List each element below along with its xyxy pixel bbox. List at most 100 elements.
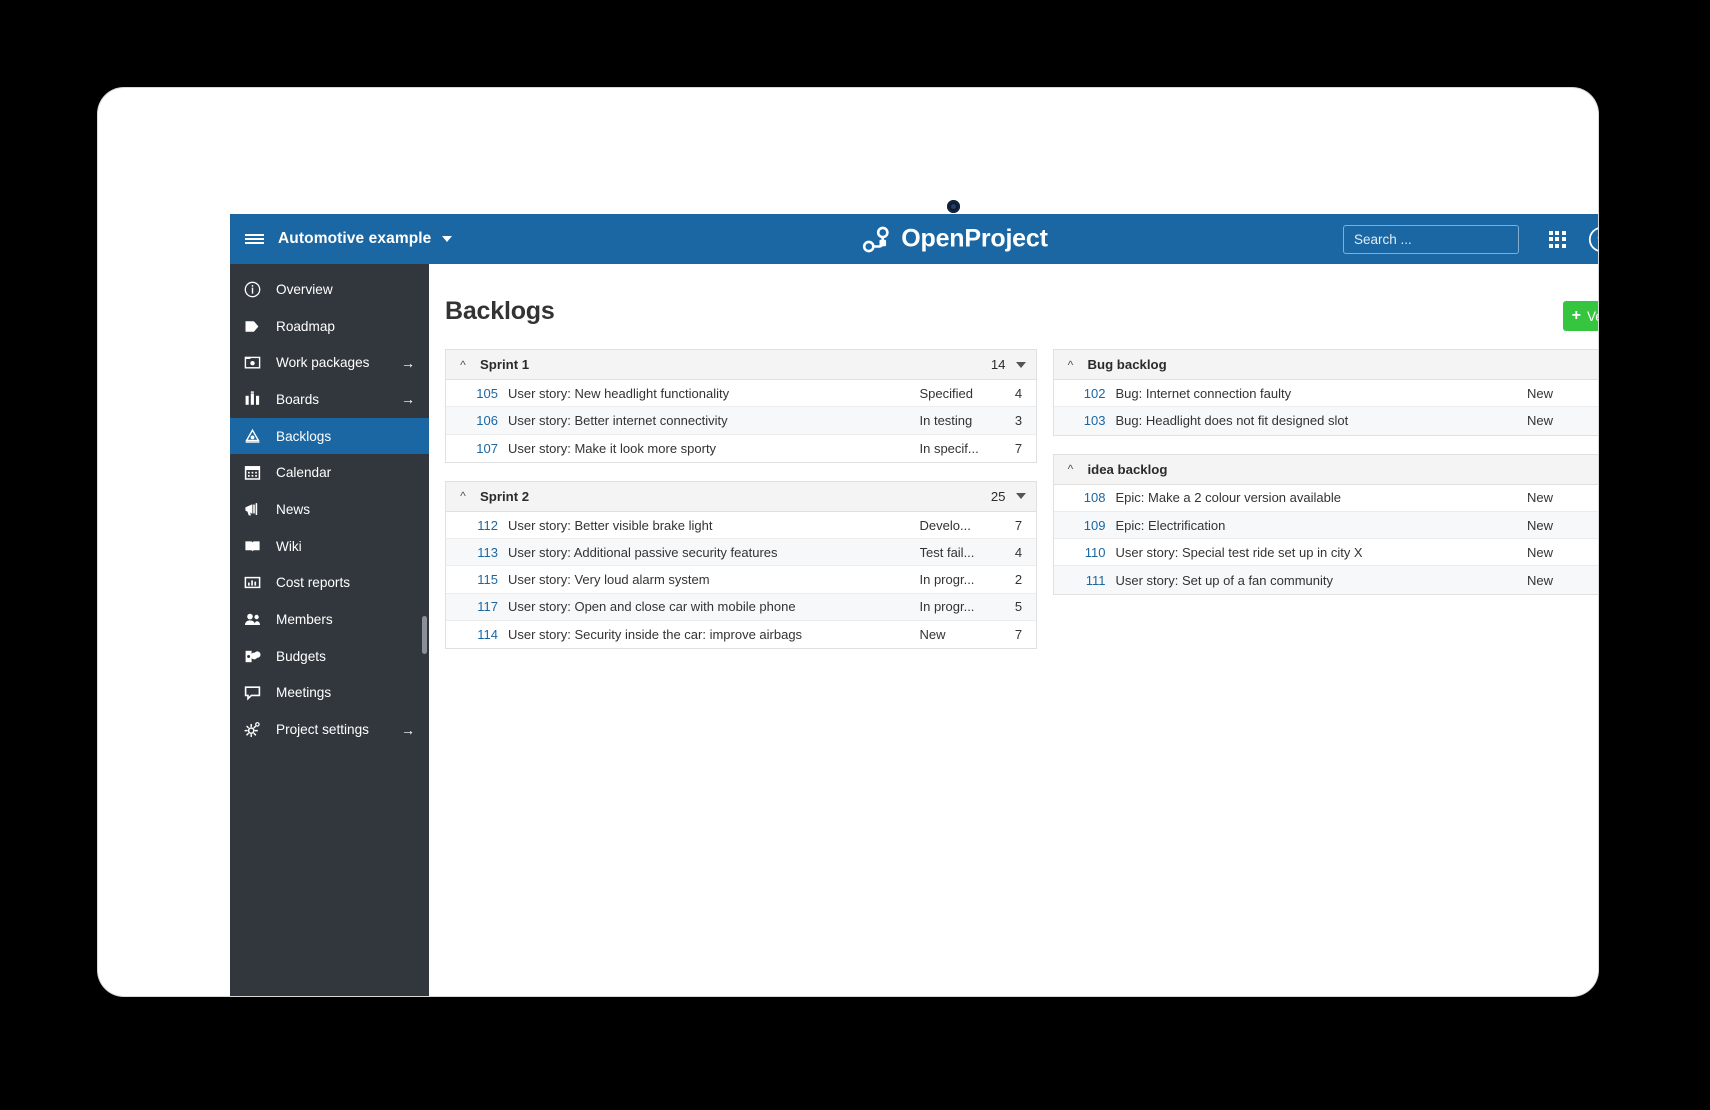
story-id-link[interactable]: 110 — [1054, 545, 1116, 560]
backlog-story-row[interactable]: 102 Bug: Internet connection faulty New — [1053, 380, 1598, 408]
backlog-story-row[interactable]: 107 User story: Make it look more sporty I… — [446, 435, 1036, 462]
sidebar-item-wiki[interactable]: Wiki — [230, 528, 429, 565]
sidebar-item-members[interactable]: Members — [230, 601, 429, 638]
backlog-story-row[interactable]: 117 User story: Open and close car with m… — [446, 593, 1036, 622]
hamburger-icon[interactable] — [230, 214, 278, 264]
story-id-link[interactable]: 103 — [1054, 413, 1116, 428]
story-id-link[interactable]: 109 — [1054, 518, 1116, 533]
story-subject: User story: Make it look more sporty — [508, 440, 717, 456]
sidebar-item-project-settings[interactable]: Project settings → — [230, 711, 429, 748]
sidebar-item-work-packages[interactable]: Work packages → — [230, 344, 429, 381]
sidebar-scrollbar[interactable] — [422, 616, 427, 654]
project-name: Automotive example — [278, 230, 432, 247]
sidebar-item-calendar[interactable]: Calendar — [230, 454, 429, 491]
sidebar-item-budgets[interactable]: Budgets — [230, 638, 429, 675]
sidebar-item-label: Roadmap — [276, 318, 335, 334]
openproject-mark-icon — [862, 226, 889, 252]
chevron-down-icon[interactable] — [1015, 361, 1026, 368]
chart-report-icon — [244, 574, 270, 591]
story-subject: Bug: Internet connection faulty — [1115, 385, 1292, 401]
grid-modules-icon[interactable] — [1535, 214, 1579, 264]
project-selector[interactable]: Automotive example — [278, 230, 464, 248]
top-bar-actions: ? RB — [1343, 214, 1598, 264]
story-status: New — [1527, 413, 1554, 429]
backlog-header[interactable]: ^idea backlog33 — [1053, 454, 1598, 485]
story-id-link[interactable]: 115 — [446, 572, 508, 587]
backlog-story-row[interactable]: 115 User story: Very loud alarm system In … — [446, 566, 1036, 594]
story-status: New — [1527, 544, 1554, 560]
sidebar-item-label: Work packages — [276, 355, 370, 371]
story-id-link[interactable]: 111 — [1054, 573, 1116, 588]
story-subject: User story: Open and close car with mobi… — [508, 599, 796, 615]
chevron-up-icon[interactable]: ^ — [454, 359, 472, 371]
story-id-link[interactable]: 102 — [1054, 386, 1116, 401]
chevron-down-icon[interactable] — [1015, 493, 1026, 500]
story-id-link[interactable]: 105 — [446, 386, 508, 401]
backlog-story-row[interactable]: 105 User story: New headlight functionali… — [446, 380, 1036, 408]
search-input[interactable] — [1354, 231, 1531, 247]
backlog-story-row[interactable]: 103 Bug: Headlight does not fit designed … — [1053, 407, 1598, 435]
sidebar-item-roadmap[interactable]: Roadmap — [230, 308, 429, 345]
content-header: Backlogs + Version — [429, 264, 1598, 331]
chevron-up-icon[interactable]: ^ — [1062, 359, 1080, 371]
backlog-story-row[interactable]: 113 User story: Additional passive securi… — [446, 539, 1036, 567]
backlog-header[interactable]: ^ Sprint 2 25 — [446, 481, 1036, 512]
story-points: 4 — [1014, 385, 1023, 401]
story-status: New — [1527, 385, 1554, 401]
backlog-points-total: 25 — [990, 488, 1006, 504]
arrow-right-icon[interactable]: → — [401, 392, 415, 406]
chevron-up-icon[interactable]: ^ — [454, 490, 472, 502]
sidebar-item-cost-reports[interactable]: Cost reports — [230, 565, 429, 602]
help-icon[interactable]: ? — [1579, 214, 1598, 264]
openproject-app-viewport: Automotive example OpenProject Search ..… — [230, 214, 1598, 996]
info-circle-icon — [244, 281, 270, 298]
global-search[interactable] — [1343, 224, 1531, 254]
backlog-story-row[interactable]: 114 User story: Security inside the car: … — [446, 621, 1036, 648]
backlog-story-row[interactable]: 108 Epic: Make a 2 colour version availab… — [1053, 485, 1598, 512]
story-id-link[interactable]: 114 — [446, 627, 508, 642]
story-id-link[interactable]: 117 — [446, 599, 508, 614]
boards-icon — [245, 391, 260, 405]
openproject-logo[interactable]: OpenProject — [860, 225, 1048, 254]
backlog-story-row[interactable]: 110 User story: Special test ride set up … — [1053, 539, 1598, 567]
story-points: 7 — [1014, 517, 1023, 533]
story-points: 3 — [1014, 412, 1023, 428]
calendar-icon — [244, 466, 261, 481]
story-id-link[interactable]: 107 — [446, 441, 508, 456]
sidebar-item-news[interactable]: News — [230, 491, 429, 528]
backlog-story-row[interactable]: 112 User story: Better visible brake ligh… — [446, 512, 1036, 540]
backlog-header[interactable]: ^ Sprint 1 14 — [446, 350, 1036, 380]
story-status: In progr... — [919, 572, 975, 588]
story-status: In specif... — [919, 440, 979, 456]
story-subject: User story: Better visible brake light — [508, 517, 713, 533]
story-id-link[interactable]: 106 — [446, 413, 508, 428]
sidebar-item-label: Members — [276, 612, 333, 628]
tablet-device-frame: Automotive example OpenProject Search ..… — [98, 88, 1598, 996]
backlogs-icon — [244, 428, 270, 445]
sidebar-item-label: Backlogs — [276, 428, 332, 444]
arrow-right-icon[interactable]: → — [401, 723, 415, 737]
backlog-story-row[interactable]: 109Epic: ElectrificationNew15 — [1053, 511, 1598, 540]
sidebar-item-overview[interactable]: Overview — [230, 271, 429, 308]
sidebar-item-label: Cost reports — [276, 575, 351, 591]
speech-bubble-icon — [244, 684, 270, 701]
story-id-link[interactable]: 112 — [446, 518, 508, 533]
backlog-panel: ^Bug backlog0102Bug: Internet connection… — [1052, 349, 1598, 436]
sidebar-item-meetings[interactable]: Meetings — [230, 675, 429, 712]
story-id-link[interactable]: 108 — [1054, 490, 1116, 505]
arrow-right-icon[interactable]: → — [401, 356, 415, 370]
plus-icon: + — [1571, 307, 1581, 324]
backlog-story-row[interactable]: 106 User story: Better internet connectiv… — [446, 407, 1036, 435]
add-version-button[interactable]: + Version — [1562, 301, 1598, 331]
story-status: In progr... — [919, 599, 975, 615]
sidebar-item-backlogs[interactable]: Backlogs — [230, 417, 429, 455]
story-id-link[interactable]: 113 — [446, 545, 508, 560]
backlog-story-row[interactable]: 111 User story: Set up of a fan community… — [1053, 566, 1598, 594]
backlog-header[interactable]: ^Bug backlog0 — [1053, 350, 1598, 380]
sidebar-item-boards[interactable]: Boards → — [230, 381, 429, 418]
backlog-title: Sprint 2 — [480, 488, 530, 504]
hamburger-bar — [244, 242, 264, 244]
calendar-icon — [244, 464, 270, 481]
chart-report-icon — [244, 577, 261, 589]
chevron-up-icon[interactable]: ^ — [1062, 463, 1080, 475]
